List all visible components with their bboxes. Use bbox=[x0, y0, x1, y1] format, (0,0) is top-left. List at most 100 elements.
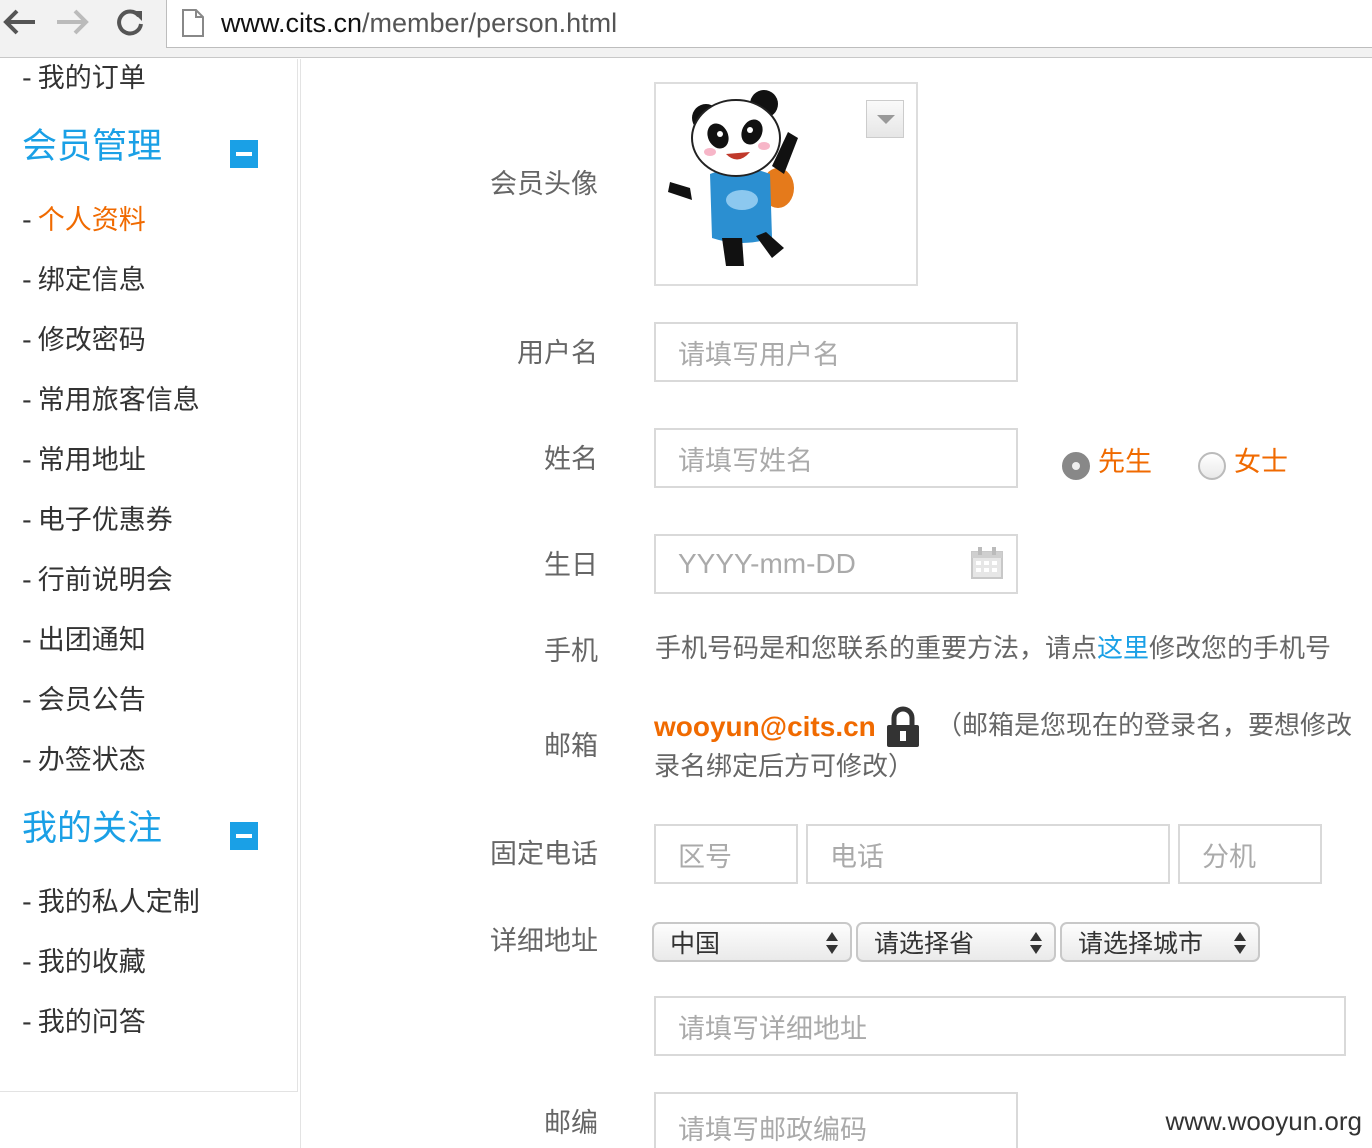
landline-label: 固定电话 bbox=[490, 839, 598, 870]
sidebar-item-label: 个人资料 bbox=[37, 205, 146, 236]
dash: - bbox=[22, 385, 32, 416]
forward-arrow-icon bbox=[57, 9, 89, 35]
sidebar-item-label: 我的订单 bbox=[37, 63, 146, 94]
landline-number-input[interactable]: 电话 bbox=[806, 824, 1170, 884]
city-select[interactable]: 请选择城市 bbox=[1060, 922, 1260, 962]
sidebar-item-label: 办签状态 bbox=[37, 745, 146, 776]
dash: - bbox=[22, 325, 32, 356]
sidebar-item-profile[interactable]: - 个人资料 bbox=[22, 207, 146, 234]
sidebar-item-favorites[interactable]: - 我的收藏 bbox=[22, 949, 146, 976]
gender-radio-ms[interactable] bbox=[1198, 452, 1226, 480]
sidebar-item-label: 电子优惠券 bbox=[37, 505, 173, 536]
sidebar-item-change-password[interactable]: - 修改密码 bbox=[22, 327, 146, 354]
avatar-label: 会员头像 bbox=[490, 169, 598, 200]
browser-toolbar: www.cits.cn/member/person.html bbox=[0, 0, 1372, 58]
sidebar-item-travelers[interactable]: - 常用旅客信息 bbox=[22, 387, 200, 414]
province-select-value: 请选择省 bbox=[874, 929, 975, 958]
url-path: /member/person.html bbox=[362, 8, 618, 38]
sidebar-item-binding[interactable]: - 绑定信息 bbox=[22, 267, 146, 294]
email-note-line2: 录名绑定后方可修改） bbox=[654, 752, 915, 782]
extension-input[interactable]: 分机 bbox=[1178, 824, 1322, 884]
gender-label-mr[interactable]: 先生 bbox=[1098, 449, 1152, 476]
sidebar-item-my-orders[interactable]: - 我的订单 bbox=[22, 65, 146, 92]
sidebar-item-label: 我的收藏 bbox=[37, 947, 146, 978]
gender-radio-mr[interactable] bbox=[1062, 452, 1090, 480]
sidebar-item-label: 我的问答 bbox=[37, 1007, 146, 1038]
lock-icon bbox=[887, 706, 919, 747]
email-value: wooyun@cits.cn bbox=[654, 711, 876, 742]
sidebar-item-visa-status[interactable]: - 办签状态 bbox=[22, 747, 146, 774]
back-button[interactable] bbox=[0, 4, 40, 40]
dash: - bbox=[22, 205, 32, 236]
dash: - bbox=[22, 445, 32, 476]
sidebar-item-label: 绑定信息 bbox=[37, 265, 146, 296]
sidebar-item-announcements[interactable]: - 会员公告 bbox=[22, 687, 146, 714]
username-input[interactable]: 请填写用户名 bbox=[654, 322, 1018, 382]
select-arrows-icon bbox=[1030, 930, 1042, 956]
email-label: 邮箱 bbox=[544, 731, 598, 762]
sidebar-item-label: 修改密码 bbox=[37, 325, 146, 356]
mobile-info-prefix: 手机号码是和您联系的重要方法，请点 bbox=[655, 634, 1098, 664]
reload-button[interactable] bbox=[110, 4, 150, 40]
address-bar[interactable]: www.cits.cn/member/person.html bbox=[166, 0, 1372, 48]
select-arrows-icon bbox=[1234, 930, 1246, 956]
name-input[interactable]: 请填写姓名 bbox=[654, 428, 1018, 488]
avatar-dropdown-button[interactable] bbox=[866, 100, 904, 138]
dash: - bbox=[22, 745, 32, 776]
content-divider bbox=[300, 59, 301, 1148]
url-text[interactable]: www.cits.cn/member/person.html bbox=[221, 8, 617, 39]
dash: - bbox=[22, 505, 32, 536]
mobile-info-text: 手机号码是和您联系的重要方法，请点这里修改您的手机号 bbox=[655, 636, 1331, 662]
dash: - bbox=[22, 887, 32, 918]
address-label: 详细地址 bbox=[490, 926, 598, 957]
sidebar-item-label: 出团通知 bbox=[37, 625, 146, 656]
zip-label: 邮编 bbox=[544, 1108, 598, 1139]
sidebar-item-custom-tours[interactable]: - 我的私人定制 bbox=[22, 889, 200, 916]
watermark: www.wooyun.org bbox=[1165, 1106, 1362, 1136]
collapse-member-management-button[interactable] bbox=[230, 140, 258, 168]
sidebar-item-label: 会员公告 bbox=[37, 685, 146, 716]
dash: - bbox=[22, 625, 32, 656]
email-note-line1: （邮箱是您现在的登录名，要想修改 bbox=[936, 711, 1353, 741]
mobile-label: 手机 bbox=[544, 636, 598, 667]
collapse-my-follows-button[interactable] bbox=[230, 822, 258, 850]
dash: - bbox=[22, 265, 32, 296]
zip-input[interactable]: 请填写邮政编码 bbox=[654, 1092, 1018, 1148]
city-select-value: 请选择城市 bbox=[1078, 929, 1204, 958]
username-label: 用户名 bbox=[517, 338, 598, 369]
country-select[interactable]: 中国 bbox=[652, 922, 852, 962]
sidebar-heading-my-follows: 我的关注 bbox=[22, 809, 163, 849]
sidebar-item-departure-notice[interactable]: - 出团通知 bbox=[22, 627, 146, 654]
url-domain: www.cits.cn bbox=[221, 8, 363, 38]
dash: - bbox=[22, 63, 32, 94]
sidebar-heading-member-management: 会员管理 bbox=[22, 127, 163, 167]
mobile-edit-link[interactable]: 这里 bbox=[1097, 634, 1149, 664]
sidebar-item-qa[interactable]: - 我的问答 bbox=[22, 1009, 146, 1036]
sidebar-item-coupons[interactable]: - 电子优惠券 bbox=[22, 507, 173, 534]
sidebar-item-label: 常用旅客信息 bbox=[37, 385, 200, 416]
detailed-address-input[interactable]: 请填写详细地址 bbox=[654, 996, 1346, 1056]
mobile-info-suffix: 修改您的手机号 bbox=[1149, 634, 1332, 664]
reload-icon bbox=[117, 9, 143, 36]
sidebar-item-label: 常用地址 bbox=[37, 445, 146, 476]
sidebar-item-addresses[interactable]: - 常用地址 bbox=[22, 447, 146, 474]
page-icon bbox=[182, 9, 204, 37]
country-select-value: 中国 bbox=[670, 929, 721, 958]
area-code-input[interactable]: 区号 bbox=[654, 824, 798, 884]
dash: - bbox=[22, 947, 32, 978]
dash: - bbox=[22, 685, 32, 716]
calendar-icon[interactable] bbox=[970, 546, 1004, 580]
province-select[interactable]: 请选择省 bbox=[856, 922, 1056, 962]
birthday-input[interactable]: YYYY-mm-DD bbox=[654, 534, 1018, 594]
birthday-label: 生日 bbox=[544, 550, 598, 581]
dash: - bbox=[22, 1007, 32, 1038]
dash: - bbox=[22, 565, 32, 596]
panda-avatar bbox=[668, 90, 798, 266]
forward-button[interactable] bbox=[52, 4, 92, 40]
sidebar-item-label: 行前说明会 bbox=[37, 565, 173, 596]
sidebar-item-label: 我的私人定制 bbox=[37, 887, 200, 918]
name-label: 姓名 bbox=[544, 444, 598, 475]
sidebar-item-briefing[interactable]: - 行前说明会 bbox=[22, 567, 173, 594]
back-arrow-icon bbox=[3, 9, 35, 35]
gender-label-ms[interactable]: 女士 bbox=[1234, 449, 1288, 476]
